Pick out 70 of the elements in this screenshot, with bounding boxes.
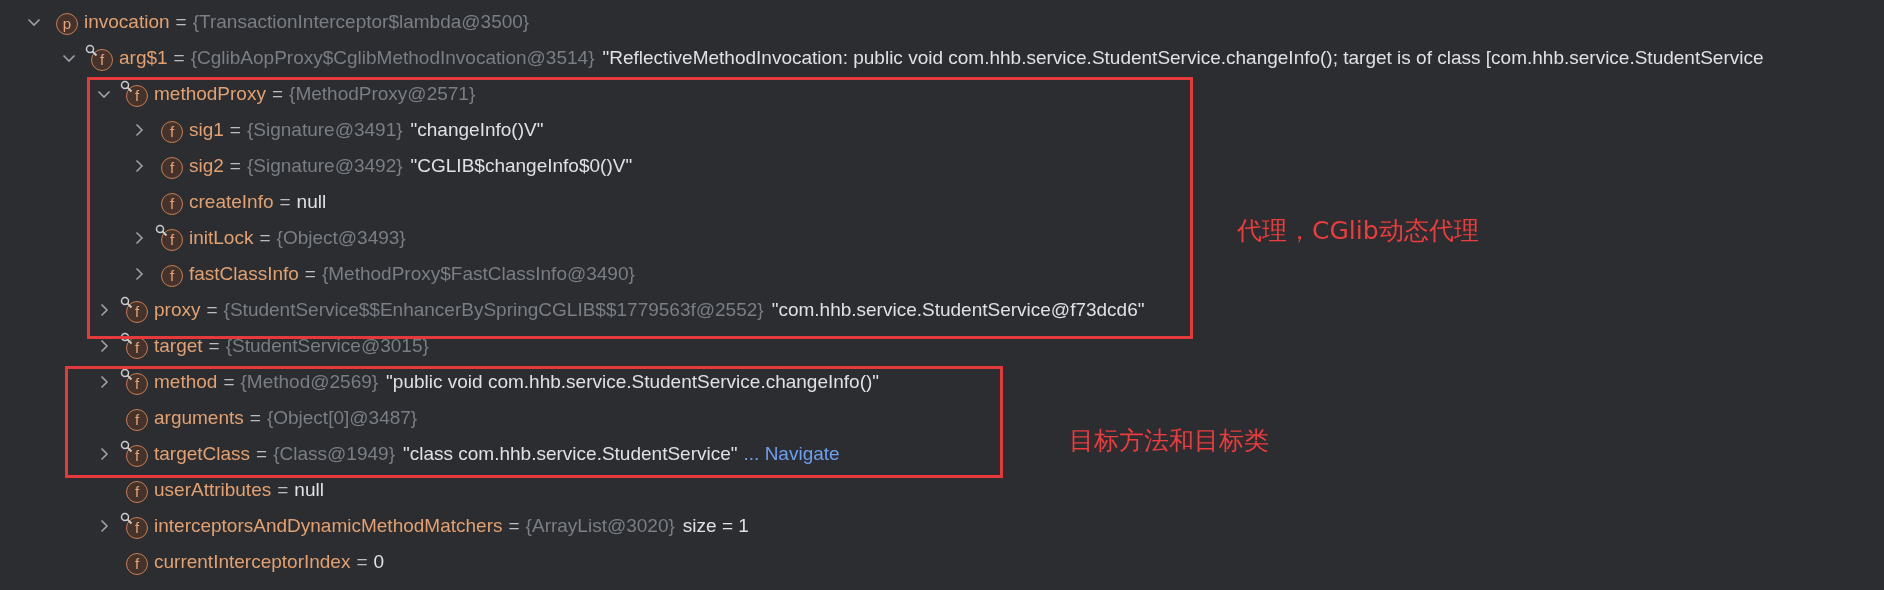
- variable-value: "changeInfo()V": [410, 119, 544, 141]
- chevron-down-icon[interactable]: [62, 53, 76, 63]
- variable-name: proxy: [154, 299, 201, 321]
- value-type: {CglibAopProxy$CglibMethodInvocation@3514}: [190, 47, 595, 69]
- equals-sign: =: [208, 335, 220, 357]
- value-type: {Object[0]@3487}: [266, 407, 418, 429]
- value-type: {MethodProxy@2571}: [289, 83, 476, 105]
- equals-sign: =: [279, 191, 291, 213]
- variable-name: interceptorsAndDynamicMethodMatchers: [154, 515, 503, 537]
- variable-name: userAttributes: [154, 479, 272, 501]
- variable-name: targetClass: [154, 443, 251, 465]
- variable-name: fastClassInfo: [189, 263, 299, 285]
- annotation-note: 代理，CGlib动态代理: [1237, 215, 1479, 247]
- value-type: {Object@3493}: [276, 227, 406, 249]
- variable-value: "public void com.hhb.service.StudentService.changeInfo()": [386, 371, 880, 393]
- annotation-note: 目标方法和目标类: [1069, 425, 1269, 457]
- variable-name: sig1: [189, 119, 224, 141]
- navigate-link[interactable]: ... Navigate: [743, 443, 840, 465]
- variable-value: null: [296, 191, 327, 213]
- value-type: {StudentService$$EnhancerBySpringCGLIB$$1779563f@2552}: [223, 299, 764, 321]
- value-type: {MethodProxy$FastClassInfo@3490}: [321, 263, 635, 285]
- variable-value: 0: [373, 551, 385, 573]
- equals-sign: =: [256, 443, 268, 465]
- variable-name: initLock: [189, 227, 254, 249]
- chevron-right-icon[interactable]: [99, 375, 109, 389]
- equals-sign: =: [175, 11, 187, 33]
- variable-value: "ReflectiveMethodInvocation: public void com.hhb.service.StudentService.changeInfo(); target is of class [com.hhb.service.StudentService: [602, 47, 1764, 69]
- variable-value: null: [294, 479, 324, 501]
- variable-name: method: [154, 371, 218, 393]
- variable-name: invocation: [84, 11, 170, 33]
- equals-sign: =: [206, 299, 218, 321]
- chevron-down-icon[interactable]: [97, 89, 111, 99]
- variable-value: "class com.hhb.service.StudentService": [403, 443, 738, 465]
- chevron-right-icon[interactable]: [134, 267, 144, 281]
- value-type: {StudentService@3015}: [225, 335, 429, 357]
- chevron-right-icon[interactable]: [99, 339, 109, 353]
- chevron-right-icon[interactable]: [134, 159, 144, 173]
- chevron-down-icon[interactable]: [27, 17, 41, 27]
- equals-sign: =: [277, 479, 289, 501]
- equals-sign: =: [229, 119, 241, 141]
- variable-value: "com.hhb.service.StudentService@f73dcd6": [771, 299, 1145, 321]
- variable-name: arg$1: [119, 47, 168, 69]
- equals-sign: =: [249, 407, 261, 429]
- variable-name: target: [154, 335, 203, 357]
- variable-value: size = 1: [682, 515, 749, 537]
- value-type: {Signature@3491}: [246, 119, 403, 141]
- variable-name: sig2: [189, 155, 224, 177]
- chevron-right-icon[interactable]: [99, 519, 109, 533]
- chevron-right-icon[interactable]: [134, 123, 144, 137]
- equals-sign: =: [229, 155, 241, 177]
- equals-sign: =: [356, 551, 368, 573]
- equals-sign: =: [259, 227, 271, 249]
- equals-sign: =: [223, 371, 235, 393]
- equals-sign: =: [304, 263, 316, 285]
- value-type: {Method@2569}: [240, 371, 379, 393]
- equals-sign: =: [271, 83, 284, 105]
- value-type: {Class@1949}: [273, 443, 395, 465]
- equals-sign: =: [508, 515, 520, 537]
- value-type: {Signature@3492}: [246, 155, 403, 177]
- variable-name: createInfo: [189, 191, 274, 213]
- value-type: {TransactionInterceptor$lambda@3500}: [192, 11, 530, 33]
- equals-sign: =: [173, 47, 185, 69]
- variable-name: currentInterceptorIndex: [154, 551, 351, 573]
- chevron-right-icon[interactable]: [134, 231, 144, 245]
- value-type: {ArrayList@3020}: [525, 515, 675, 537]
- chevron-right-icon[interactable]: [99, 303, 109, 317]
- chevron-right-icon[interactable]: [99, 447, 109, 461]
- variable-value: "CGLIB$changeInfo$0()V": [410, 155, 633, 177]
- variable-name: methodProxy: [154, 83, 266, 105]
- variable-name: arguments: [154, 407, 244, 429]
